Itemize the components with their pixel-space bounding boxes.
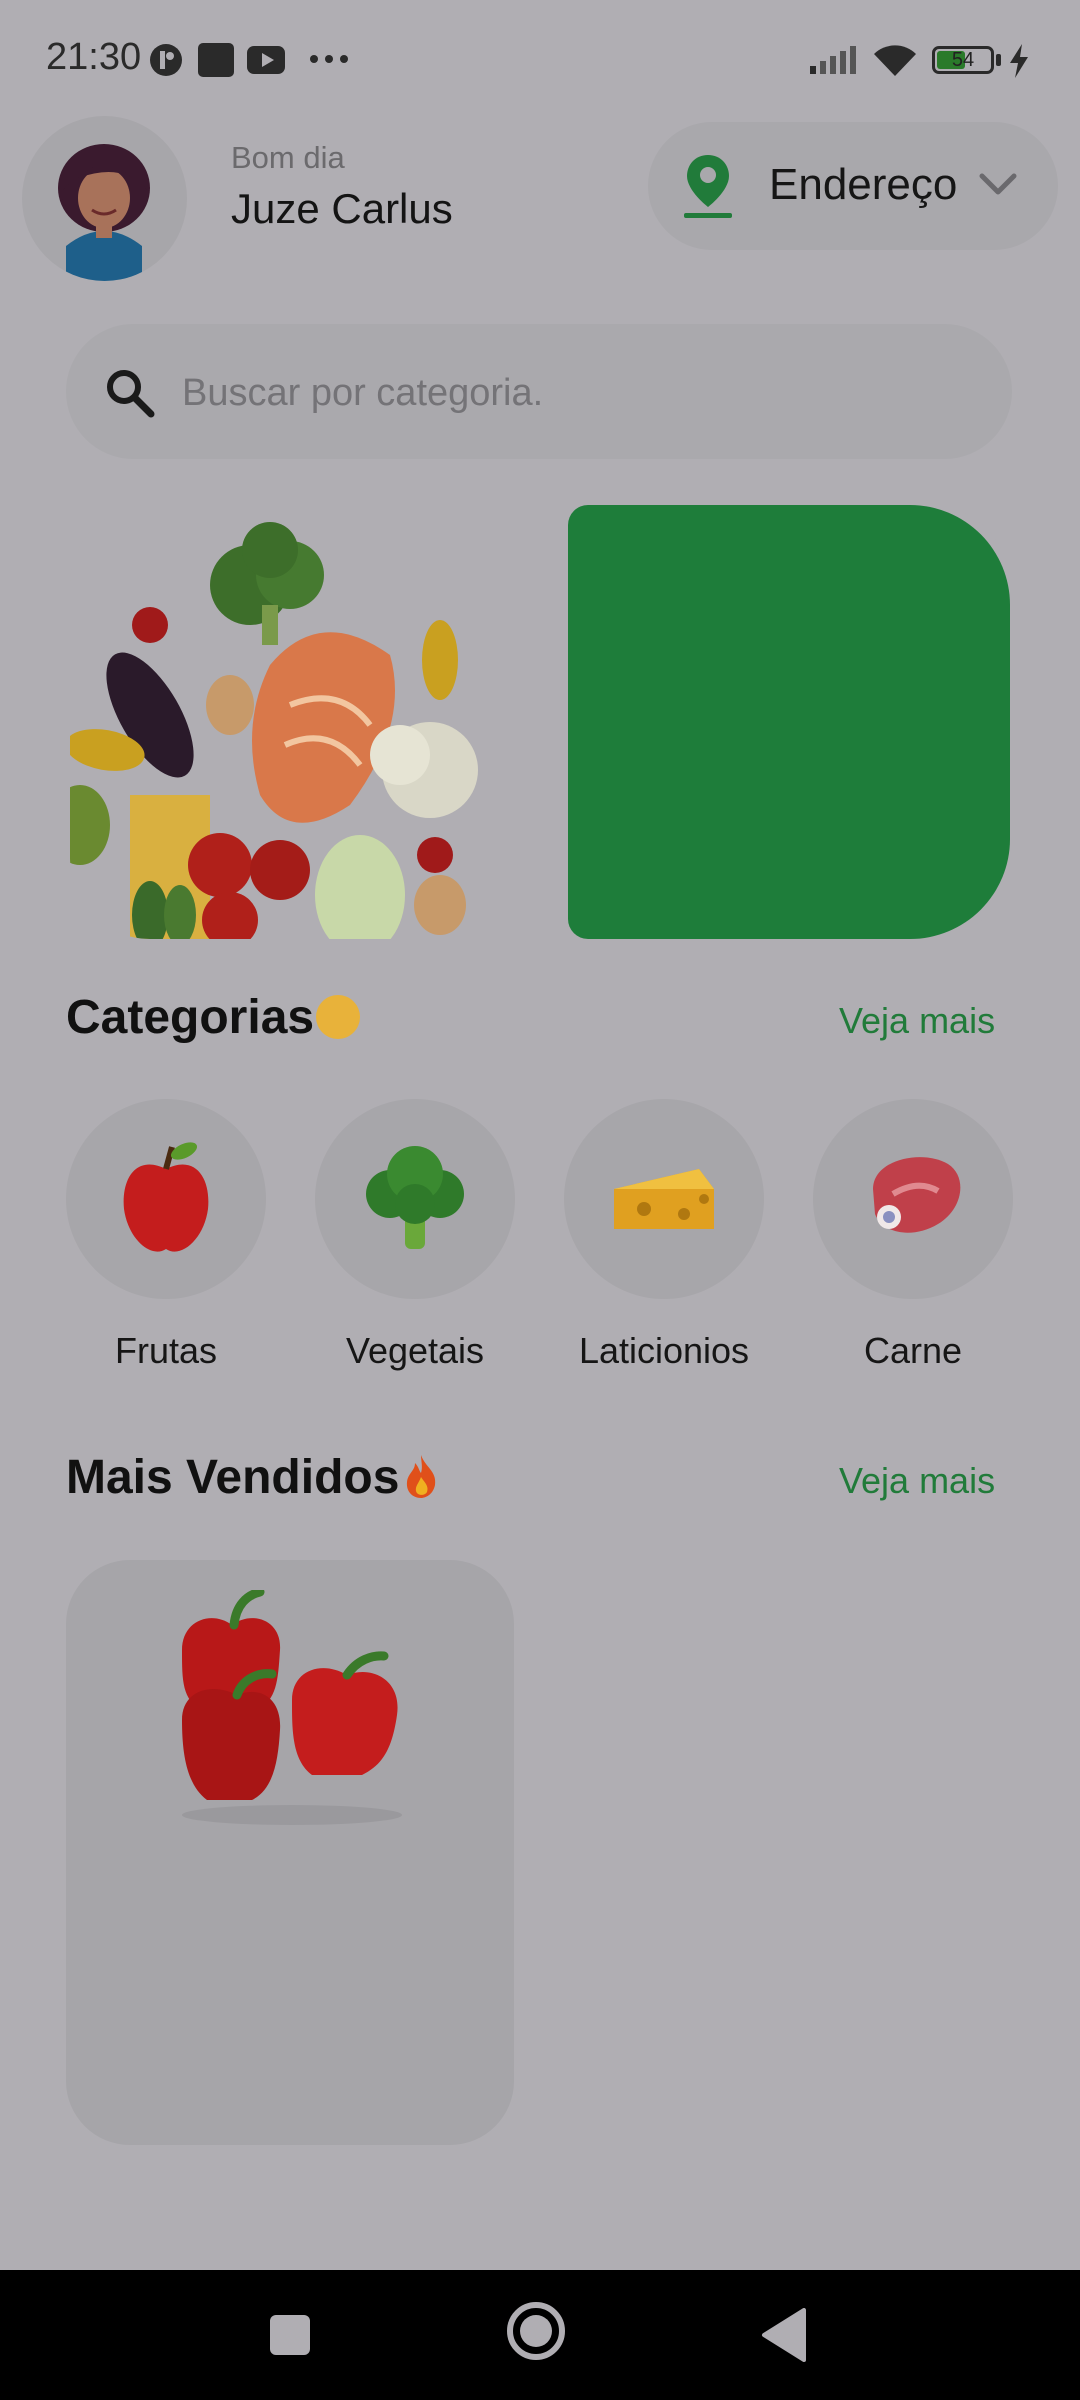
charging-icon	[1010, 44, 1028, 78]
location-pin-icon	[684, 155, 732, 218]
product-card[interactable]	[66, 1560, 514, 2145]
signal-icon	[810, 46, 856, 74]
status-time: 21:30	[46, 36, 142, 78]
categories-heading: Categorias	[66, 990, 361, 1045]
app-icon	[150, 44, 182, 76]
best-sellers-heading: Mais Vendidos	[66, 1450, 441, 1505]
username: Juze Carlus	[231, 185, 453, 232]
apple-icon	[123, 1142, 209, 1252]
address-label: Endereço	[769, 160, 958, 209]
wifi-icon	[874, 45, 916, 76]
banner-promo-panel	[568, 505, 1010, 939]
home-icon[interactable]	[505, 2300, 567, 2362]
more-dots-icon	[310, 55, 348, 63]
categories-see-more-link[interactable]: Veja mais	[839, 1000, 995, 1042]
search-placeholder: Buscar por categoria.	[182, 372, 544, 414]
broccoli-icon	[366, 1146, 464, 1249]
category-label-fruits: Frutas	[114, 1330, 218, 1371]
battery-percent: 54	[951, 49, 975, 71]
category-label-dairy: Laticionios	[578, 1330, 750, 1371]
cheese-icon	[614, 1169, 714, 1229]
category-fruits-button[interactable]	[66, 1099, 266, 1299]
category-dairy-button[interactable]	[564, 1099, 764, 1299]
fire-icon	[407, 1455, 436, 1498]
square-app-icon	[198, 43, 234, 77]
chevron-down-icon	[979, 173, 1017, 195]
user-avatar-icon	[58, 144, 150, 281]
yum-emoji-icon	[316, 995, 361, 1039]
category-label-meat: Carne	[863, 1330, 963, 1371]
search-icon	[107, 370, 155, 418]
recents-icon[interactable]	[268, 2313, 312, 2357]
system-nav-bar	[0, 2270, 1080, 2400]
category-label-vegetables: Vegetais	[345, 1330, 485, 1371]
status-bar: 21:30 54	[0, 0, 1080, 110]
back-icon[interactable]	[760, 2308, 806, 2362]
best-sellers-see-more-link[interactable]: Veja mais	[839, 1460, 995, 1502]
meat-icon	[873, 1157, 961, 1233]
avatar[interactable]	[22, 116, 187, 281]
groceries-image	[70, 522, 478, 939]
youtube-icon	[247, 46, 285, 74]
category-vegetables-button[interactable]	[315, 1099, 515, 1299]
battery-icon: 54	[932, 46, 994, 74]
category-meat-button[interactable]	[813, 1099, 1013, 1299]
red-peppers-image	[182, 1590, 402, 1825]
greeting-text: Bom dia	[231, 140, 345, 175]
battery-nub	[996, 54, 1001, 66]
